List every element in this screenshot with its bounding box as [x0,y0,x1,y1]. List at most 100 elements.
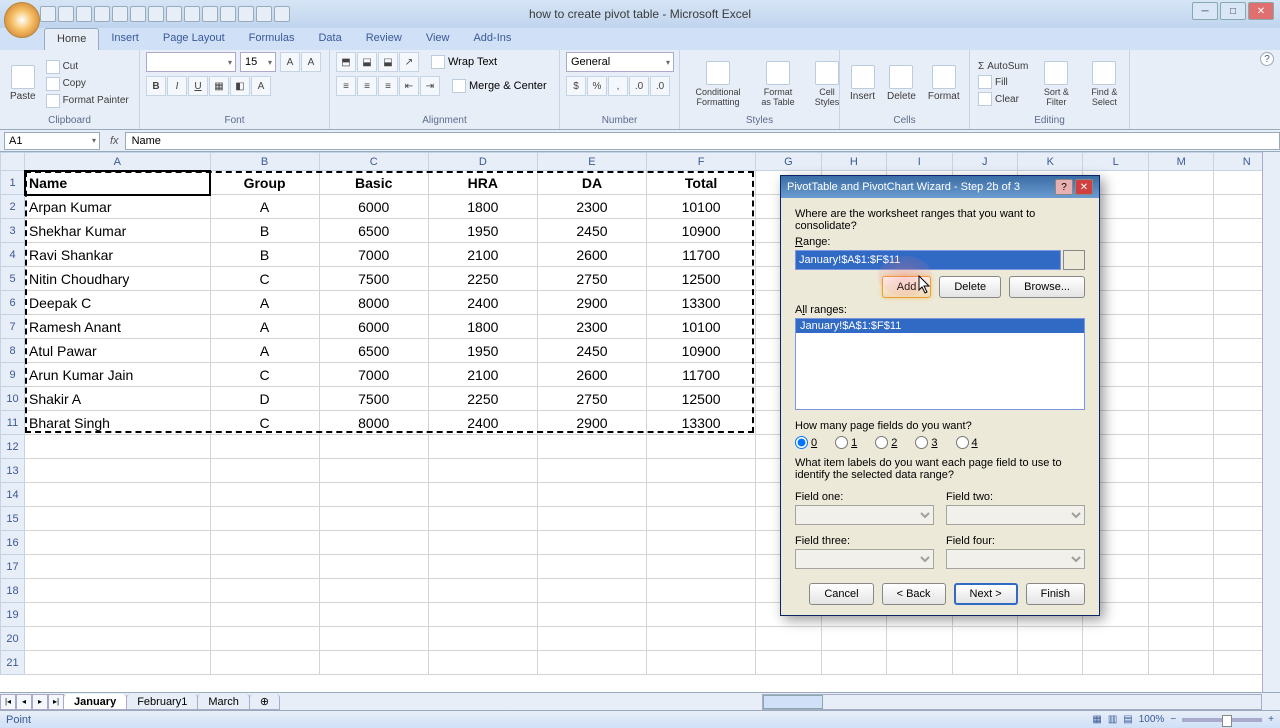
cell[interactable]: 2450 [537,339,646,363]
cell[interactable] [537,507,646,531]
comma-icon[interactable]: , [608,76,628,96]
cell[interactable]: 2100 [428,243,537,267]
cell[interactable]: 7000 [319,363,428,387]
cell[interactable]: Basic [319,171,428,195]
cell[interactable] [647,507,756,531]
cell[interactable] [319,555,428,579]
cell[interactable]: 10100 [647,315,756,339]
finish-button[interactable]: Finish [1026,583,1085,605]
cell[interactable] [1148,411,1213,435]
cell[interactable]: Name [25,171,211,195]
row-header[interactable]: 13 [1,459,25,483]
cell[interactable] [319,627,428,651]
sort-filter-button[interactable]: Sort & Filter [1034,59,1078,109]
add-button[interactable]: Add [882,276,932,298]
row-header[interactable]: 18 [1,579,25,603]
cell[interactable] [428,603,537,627]
vertical-scrollbar[interactable] [1262,152,1280,692]
cell[interactable] [1148,315,1213,339]
cell[interactable] [821,651,886,675]
next-button[interactable]: Next > [954,583,1018,605]
cell[interactable] [537,459,646,483]
row-header[interactable]: 9 [1,363,25,387]
inc-indent-icon[interactable]: ⇥ [420,76,440,96]
wrap-text-button[interactable]: Wrap Text [431,52,497,72]
cell[interactable] [1148,483,1213,507]
cell[interactable] [1148,651,1213,675]
cell[interactable] [428,435,537,459]
cell[interactable]: 12500 [647,267,756,291]
cell[interactable] [952,627,1017,651]
italic-button[interactable]: I [167,76,187,96]
cell[interactable]: 6000 [319,195,428,219]
cell[interactable]: 1950 [428,219,537,243]
paste-button[interactable]: Paste [6,63,40,104]
maximize-button[interactable]: □ [1220,2,1246,20]
fx-icon[interactable]: fx [104,135,125,147]
cell[interactable] [537,435,646,459]
cell[interactable]: 7000 [319,243,428,267]
font-size-select[interactable]: 15 [240,52,276,72]
cell[interactable] [319,435,428,459]
format-painter-button[interactable]: Format Painter [44,93,131,109]
ribbon-tab-review[interactable]: Review [354,28,414,50]
cell[interactable] [647,459,756,483]
cell[interactable]: 11700 [647,243,756,267]
cancel-button[interactable]: Cancel [809,583,873,605]
dialog-close-icon[interactable]: ✕ [1075,179,1093,195]
cell[interactable]: 7500 [319,267,428,291]
cell[interactable]: D [210,387,319,411]
ribbon-tab-data[interactable]: Data [306,28,353,50]
range-picker-icon[interactable] [1063,250,1085,270]
delete-cells-button[interactable]: Delete [883,63,920,104]
cell[interactable] [1148,267,1213,291]
row-header[interactable]: 11 [1,411,25,435]
cell[interactable]: 2600 [537,363,646,387]
column-header[interactable]: G [756,153,821,171]
cell[interactable]: A [210,291,319,315]
format-cells-button[interactable]: Format [924,63,964,104]
fill-button[interactable]: Fill [976,74,1030,90]
cell[interactable] [25,531,211,555]
cell[interactable] [319,603,428,627]
cell[interactable]: 2900 [537,411,646,435]
cell[interactable]: Arpan Kumar [25,195,211,219]
office-button[interactable] [4,2,40,38]
cell[interactable] [428,651,537,675]
cell[interactable] [1148,459,1213,483]
font-family-select[interactable] [146,52,236,72]
cell[interactable]: 2450 [537,219,646,243]
cell[interactable] [537,603,646,627]
cell[interactable]: 2750 [537,267,646,291]
row-header[interactable]: 6 [1,291,25,315]
cell[interactable]: 6000 [319,315,428,339]
cell[interactable]: Shekhar Kumar [25,219,211,243]
row-header[interactable]: 14 [1,483,25,507]
cell[interactable]: DA [537,171,646,195]
column-header[interactable]: F [647,153,756,171]
tab-prev-icon[interactable]: ◂ [16,694,32,710]
cell[interactable] [1083,627,1148,651]
cell[interactable]: 2400 [428,291,537,315]
fill-color-button[interactable]: ◧ [230,76,250,96]
cell[interactable] [210,651,319,675]
cell[interactable]: 10900 [647,339,756,363]
dec-indent-icon[interactable]: ⇤ [399,76,419,96]
cell[interactable] [537,651,646,675]
page-fields-radio-0[interactable]: 0 [795,436,817,449]
row-header[interactable]: 16 [1,531,25,555]
cell[interactable] [428,627,537,651]
cell[interactable]: 2900 [537,291,646,315]
autosum-button[interactable]: ΣAutoSum [976,60,1030,73]
cell[interactable] [25,483,211,507]
horizontal-scrollbar[interactable] [762,694,1262,710]
format-as-table-button[interactable]: Format as Table [754,59,802,109]
cell[interactable] [1148,387,1213,411]
column-header[interactable]: D [428,153,537,171]
row-header[interactable]: 5 [1,267,25,291]
cell[interactable]: Deepak C [25,291,211,315]
ribbon-tab-page-layout[interactable]: Page Layout [151,28,237,50]
cell[interactable]: 2250 [428,267,537,291]
cell[interactable] [1148,627,1213,651]
cell[interactable] [210,627,319,651]
